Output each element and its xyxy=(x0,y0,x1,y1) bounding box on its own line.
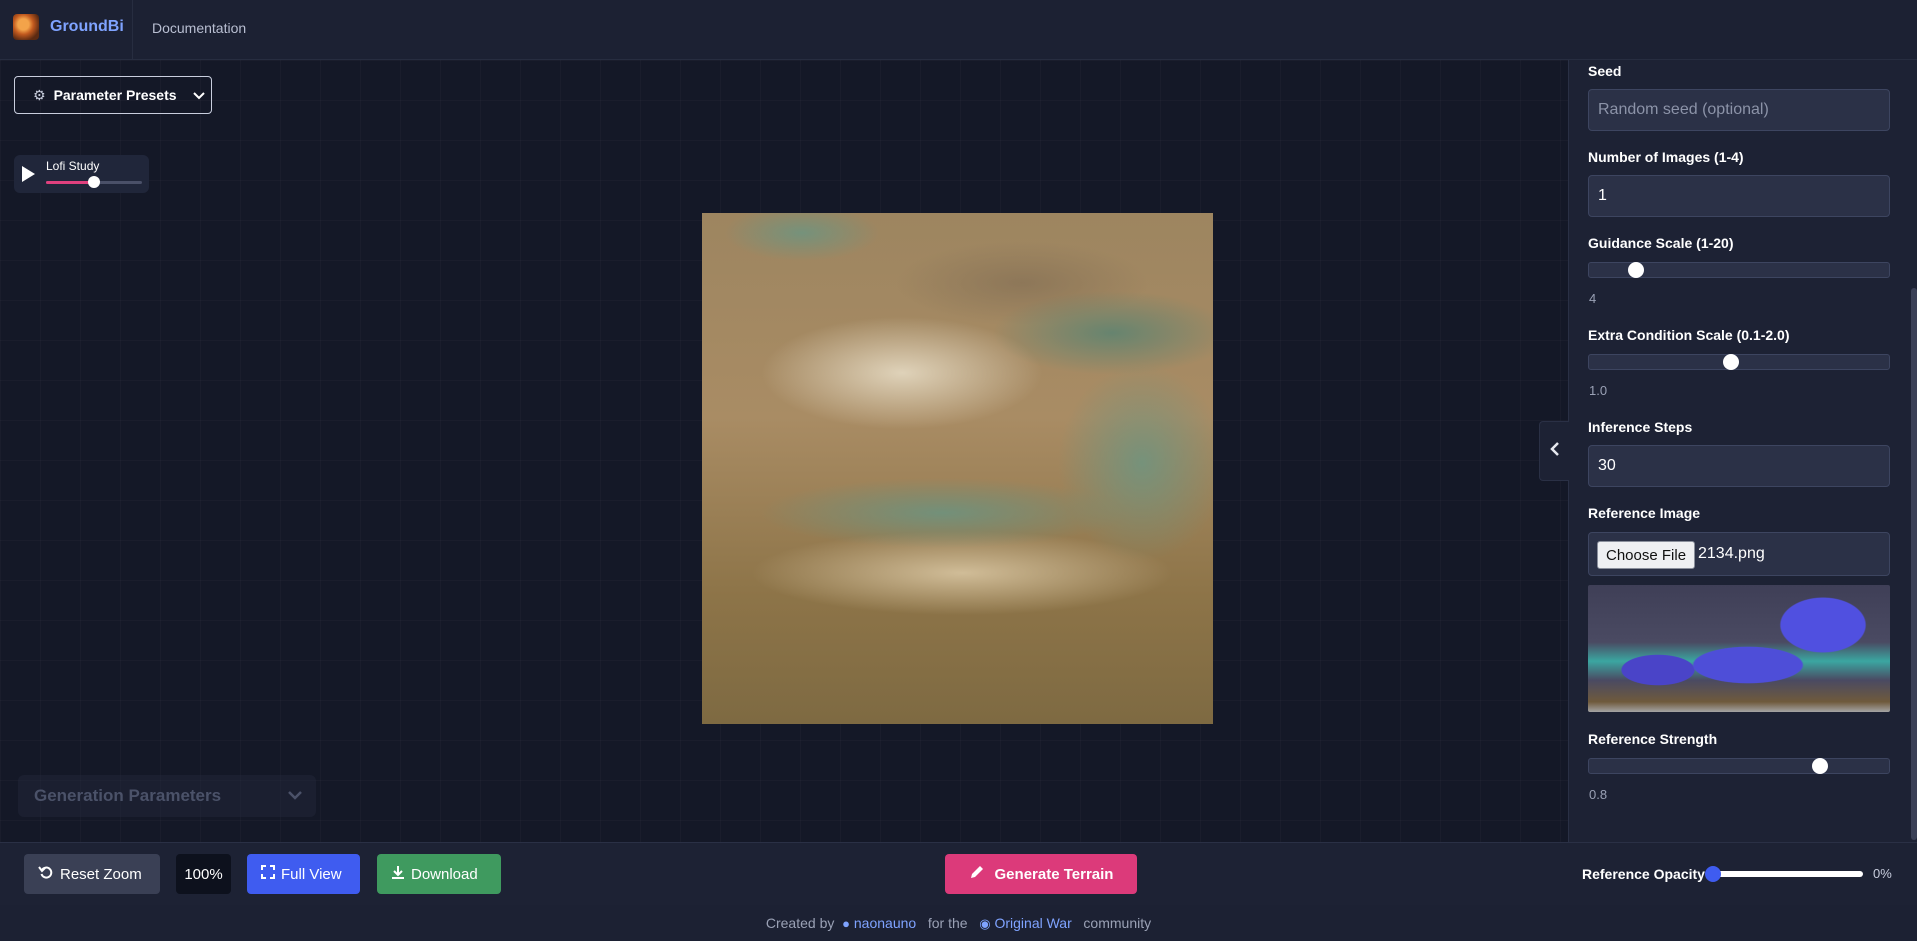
chevron-down-icon xyxy=(192,87,205,103)
reference-opacity-label: Reference Opacity xyxy=(1582,866,1705,882)
reference-strength-slider[interactable] xyxy=(1588,758,1890,774)
reference-opacity-knob[interactable] xyxy=(1705,866,1721,882)
track-title: Lofi Study xyxy=(46,159,100,173)
guidance-scale-label: Guidance Scale (1-20) xyxy=(1588,235,1734,251)
inference-steps-label: Inference Steps xyxy=(1588,419,1693,435)
reference-image-file-input[interactable]: Choose File 2134.png xyxy=(1588,532,1890,576)
terrain-preview-image[interactable] xyxy=(702,213,1213,724)
footer-created-by: Created by xyxy=(765,915,835,931)
reset-zoom-button[interactable]: Reset Zoom xyxy=(24,854,160,894)
volume-slider[interactable] xyxy=(46,176,142,188)
app-logo[interactable] xyxy=(13,14,39,40)
parameter-presets-label: Parameter Presets xyxy=(53,87,177,103)
full-view-button[interactable]: Full View xyxy=(247,854,360,894)
footer: Created by ● naonauno for the ◉ Original… xyxy=(0,905,1917,941)
reference-strength-knob[interactable] xyxy=(1812,758,1828,774)
parameter-presets-button[interactable]: ⚙ Parameter Presets xyxy=(14,76,212,114)
reference-file-name: 2134.png xyxy=(1698,545,1765,562)
inference-steps-input[interactable]: 30 xyxy=(1588,445,1890,487)
download-button[interactable]: Download xyxy=(377,854,501,894)
num-images-label: Number of Images (1-4) xyxy=(1588,149,1744,165)
extra-condition-slider[interactable] xyxy=(1588,354,1890,370)
top-navbar: GroundBi Documentation xyxy=(0,0,1917,60)
download-label: Download xyxy=(411,865,478,883)
brand-name[interactable]: GroundBi xyxy=(50,18,124,36)
guidance-scale-slider[interactable] xyxy=(1588,262,1890,278)
footer-community-link[interactable]: Original War xyxy=(994,915,1071,931)
zoom-level-display: 100% xyxy=(176,854,231,894)
guidance-scale-knob[interactable] xyxy=(1628,262,1645,278)
steam-icon: ● xyxy=(842,916,850,931)
pencil-icon xyxy=(969,864,985,884)
generation-parameters-label: Generation Parameters xyxy=(34,786,222,805)
footer-community: community xyxy=(1083,915,1152,931)
generate-terrain-label: Generate Terrain xyxy=(994,865,1114,883)
expand-icon xyxy=(261,865,275,883)
reference-image-label: Reference Image xyxy=(1588,505,1701,521)
download-icon xyxy=(391,865,405,883)
reference-image-thumbnail xyxy=(1588,585,1890,712)
reset-zoom-label: Reset Zoom xyxy=(60,865,142,883)
footer-for-the: for the xyxy=(927,915,968,931)
reference-strength-label: Reference Strength xyxy=(1588,731,1718,747)
num-images-input[interactable]: 1 xyxy=(1588,175,1890,217)
gear-icon: ⚙ xyxy=(33,86,46,103)
music-player: Lofi Study xyxy=(14,155,149,193)
seed-label: Seed xyxy=(1588,63,1622,79)
seed-input[interactable]: Random seed (optional) xyxy=(1588,89,1890,131)
undo-icon xyxy=(38,864,54,884)
panel-scrollbar[interactable] xyxy=(1911,288,1917,840)
nav-documentation-link[interactable]: Documentation xyxy=(152,20,246,36)
guidance-scale-value: 4 xyxy=(1589,291,1597,306)
extra-condition-label: Extra Condition Scale (0.1-2.0) xyxy=(1588,327,1790,343)
footer-author-link[interactable]: naonauno xyxy=(854,915,916,931)
play-icon[interactable] xyxy=(22,166,35,182)
chevron-left-icon xyxy=(1549,441,1560,461)
collapse-panel-button[interactable] xyxy=(1539,421,1569,481)
discord-icon: ◉ xyxy=(979,916,991,931)
choose-file-button[interactable]: Choose File xyxy=(1597,541,1696,569)
nav-divider xyxy=(132,0,133,60)
full-view-label: Full View xyxy=(281,865,342,883)
extra-condition-knob[interactable] xyxy=(1723,354,1740,370)
reference-strength-value: 0.8 xyxy=(1589,787,1608,802)
extra-condition-value: 1.0 xyxy=(1589,383,1608,398)
volume-knob[interactable] xyxy=(88,176,100,188)
generate-terrain-button[interactable]: Generate Terrain xyxy=(945,854,1137,894)
volume-fill xyxy=(46,181,94,184)
reference-opacity-value: 0% xyxy=(1873,866,1892,881)
generation-parameters-toggle[interactable]: Generation Parameters xyxy=(18,775,316,817)
reference-opacity-slider[interactable] xyxy=(1705,866,1863,882)
chevron-down-icon xyxy=(288,787,302,803)
